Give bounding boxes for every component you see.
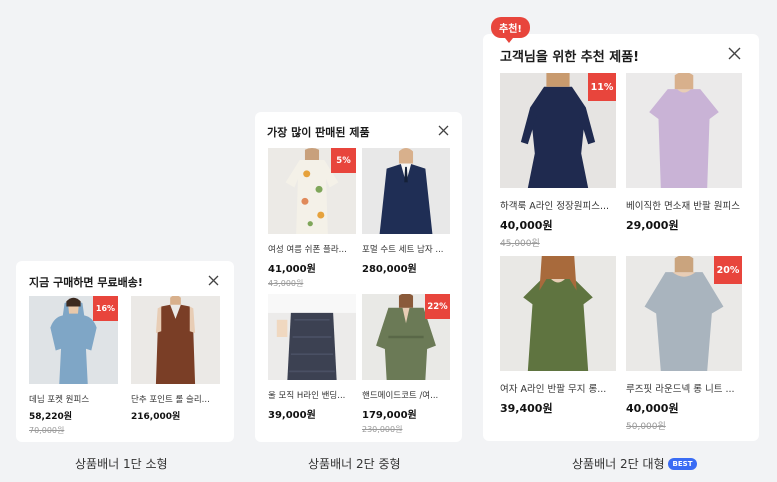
large-banner-caption-text: 상품배너 2단 대형 bbox=[572, 457, 665, 471]
product-name[interactable]: 울 모직 H라인 밴딩... bbox=[268, 389, 356, 401]
large-banner-caption: 상품배너 2단 대형 BEST bbox=[572, 455, 698, 472]
product-price: 216,000원 bbox=[131, 412, 181, 422]
product-price: 58,220원 bbox=[29, 412, 73, 422]
product-image[interactable]: 22% bbox=[362, 294, 450, 380]
product-name[interactable]: 베이직한 면소재 반팔 원피스 bbox=[626, 198, 742, 212]
original-price: 50,000원 bbox=[626, 422, 666, 432]
product-price: 39,400원 bbox=[500, 402, 553, 415]
product-name[interactable]: 단추 포인트 롤 슬리... bbox=[131, 393, 220, 405]
product-price: 39,000원 bbox=[268, 410, 316, 421]
lavender-basic-dress-image bbox=[626, 73, 742, 188]
product-card[interactable]: 울 모직 H라인 밴딩... 39,000원 bbox=[268, 294, 356, 421]
product-image[interactable]: 11% bbox=[500, 73, 616, 188]
small-banner-card: 지금 구매하면 무료배송! 16% 데님 포켓 원피스 58,220원 70,0… bbox=[16, 261, 234, 442]
medium-banner-card: 가장 많이 판매된 제품 5% 여성 여름 쉬폰 플라... 41,000원 4… bbox=[255, 112, 462, 442]
small-banner-caption: 상품배너 1단 소형 bbox=[75, 457, 168, 471]
product-image[interactable] bbox=[362, 148, 450, 234]
close-icon[interactable] bbox=[728, 47, 741, 60]
discount-badge: 5% bbox=[331, 148, 356, 173]
product-price: 41,000원 bbox=[268, 264, 316, 275]
product-name[interactable]: 데님 포켓 원피스 bbox=[29, 393, 118, 405]
product-image[interactable]: 5% bbox=[268, 148, 356, 234]
olive-a-line-dress-image bbox=[500, 256, 616, 371]
discount-badge: 11% bbox=[588, 73, 616, 101]
product-image[interactable]: 16% bbox=[29, 296, 118, 384]
wool-h-line-skirt-image bbox=[268, 294, 356, 380]
original-price: 230,000원 bbox=[362, 425, 403, 434]
product-image[interactable] bbox=[626, 73, 742, 188]
brown-vest-dress-image bbox=[131, 296, 220, 384]
product-card[interactable]: 베이직한 면소재 반팔 원피스 29,000원 bbox=[626, 73, 742, 233]
product-card[interactable]: 22% 핸드메이드코트 /여... 179,000원 230,000원 bbox=[362, 294, 450, 435]
large-banner-title: 고객님을 위한 추천 제품! bbox=[500, 50, 640, 65]
medium-banner-title: 가장 많이 판매된 제품 bbox=[267, 126, 370, 139]
product-image[interactable] bbox=[500, 256, 616, 371]
product-price: 280,000원 bbox=[362, 264, 417, 275]
product-image[interactable] bbox=[131, 296, 220, 384]
original-price: 70,000원 bbox=[29, 426, 65, 435]
formal-suit-image bbox=[362, 148, 450, 234]
large-banner-card: 고객님을 위한 추천 제품! 11% 하객룩 A라인 정장원피스... 40,0… bbox=[483, 34, 759, 441]
discount-badge: 16% bbox=[93, 296, 118, 321]
product-image[interactable] bbox=[268, 294, 356, 380]
product-card[interactable]: 11% 하객룩 A라인 정장원피스... 40,000원 45,000원 bbox=[500, 73, 616, 249]
close-icon[interactable] bbox=[438, 125, 449, 136]
product-image[interactable]: 20% bbox=[626, 256, 742, 371]
best-badge: BEST bbox=[667, 458, 698, 470]
product-name[interactable]: 하객룩 A라인 정장원피스... bbox=[500, 198, 616, 212]
product-name[interactable]: 여자 A라인 반팔 무지 롱... bbox=[500, 381, 616, 395]
product-name[interactable]: 루즈핏 라운드넥 롱 니트 ... bbox=[626, 381, 742, 395]
medium-banner-caption: 상품배너 2단 중형 bbox=[308, 457, 401, 471]
small-banner-title: 지금 구매하면 무료배송! bbox=[29, 276, 143, 289]
original-price: 45,000원 bbox=[500, 239, 540, 249]
product-card[interactable]: 20% 루즈핏 라운드넥 롱 니트 ... 40,000원 50,000원 bbox=[626, 256, 742, 432]
product-card[interactable]: 단추 포인트 롤 슬리... 216,000원 bbox=[131, 296, 220, 422]
close-icon[interactable] bbox=[208, 275, 219, 286]
product-card[interactable]: 포멀 수트 세트 남자 ... 280,000원 bbox=[362, 148, 450, 275]
product-price: 40,000원 bbox=[626, 402, 679, 415]
product-card[interactable]: 16% 데님 포켓 원피스 58,220원 70,000원 bbox=[29, 296, 118, 436]
product-name[interactable]: 포멀 수트 세트 남자 ... bbox=[362, 243, 450, 255]
discount-badge: 20% bbox=[714, 256, 742, 284]
product-name[interactable]: 핸드메이드코트 /여... bbox=[362, 389, 450, 401]
original-price: 43,000원 bbox=[268, 279, 304, 288]
product-card[interactable]: 5% 여성 여름 쉬폰 플라... 41,000원 43,000원 bbox=[268, 148, 356, 289]
recommend-badge: 추천! bbox=[491, 17, 530, 43]
product-price: 40,000원 bbox=[500, 219, 553, 232]
discount-badge: 22% bbox=[425, 294, 450, 319]
product-price: 179,000원 bbox=[362, 410, 417, 421]
product-card[interactable]: 여자 A라인 반팔 무지 롱... 39,400원 bbox=[500, 256, 616, 416]
product-price: 29,000원 bbox=[626, 219, 679, 232]
product-name[interactable]: 여성 여름 쉬폰 플라... bbox=[268, 243, 356, 255]
